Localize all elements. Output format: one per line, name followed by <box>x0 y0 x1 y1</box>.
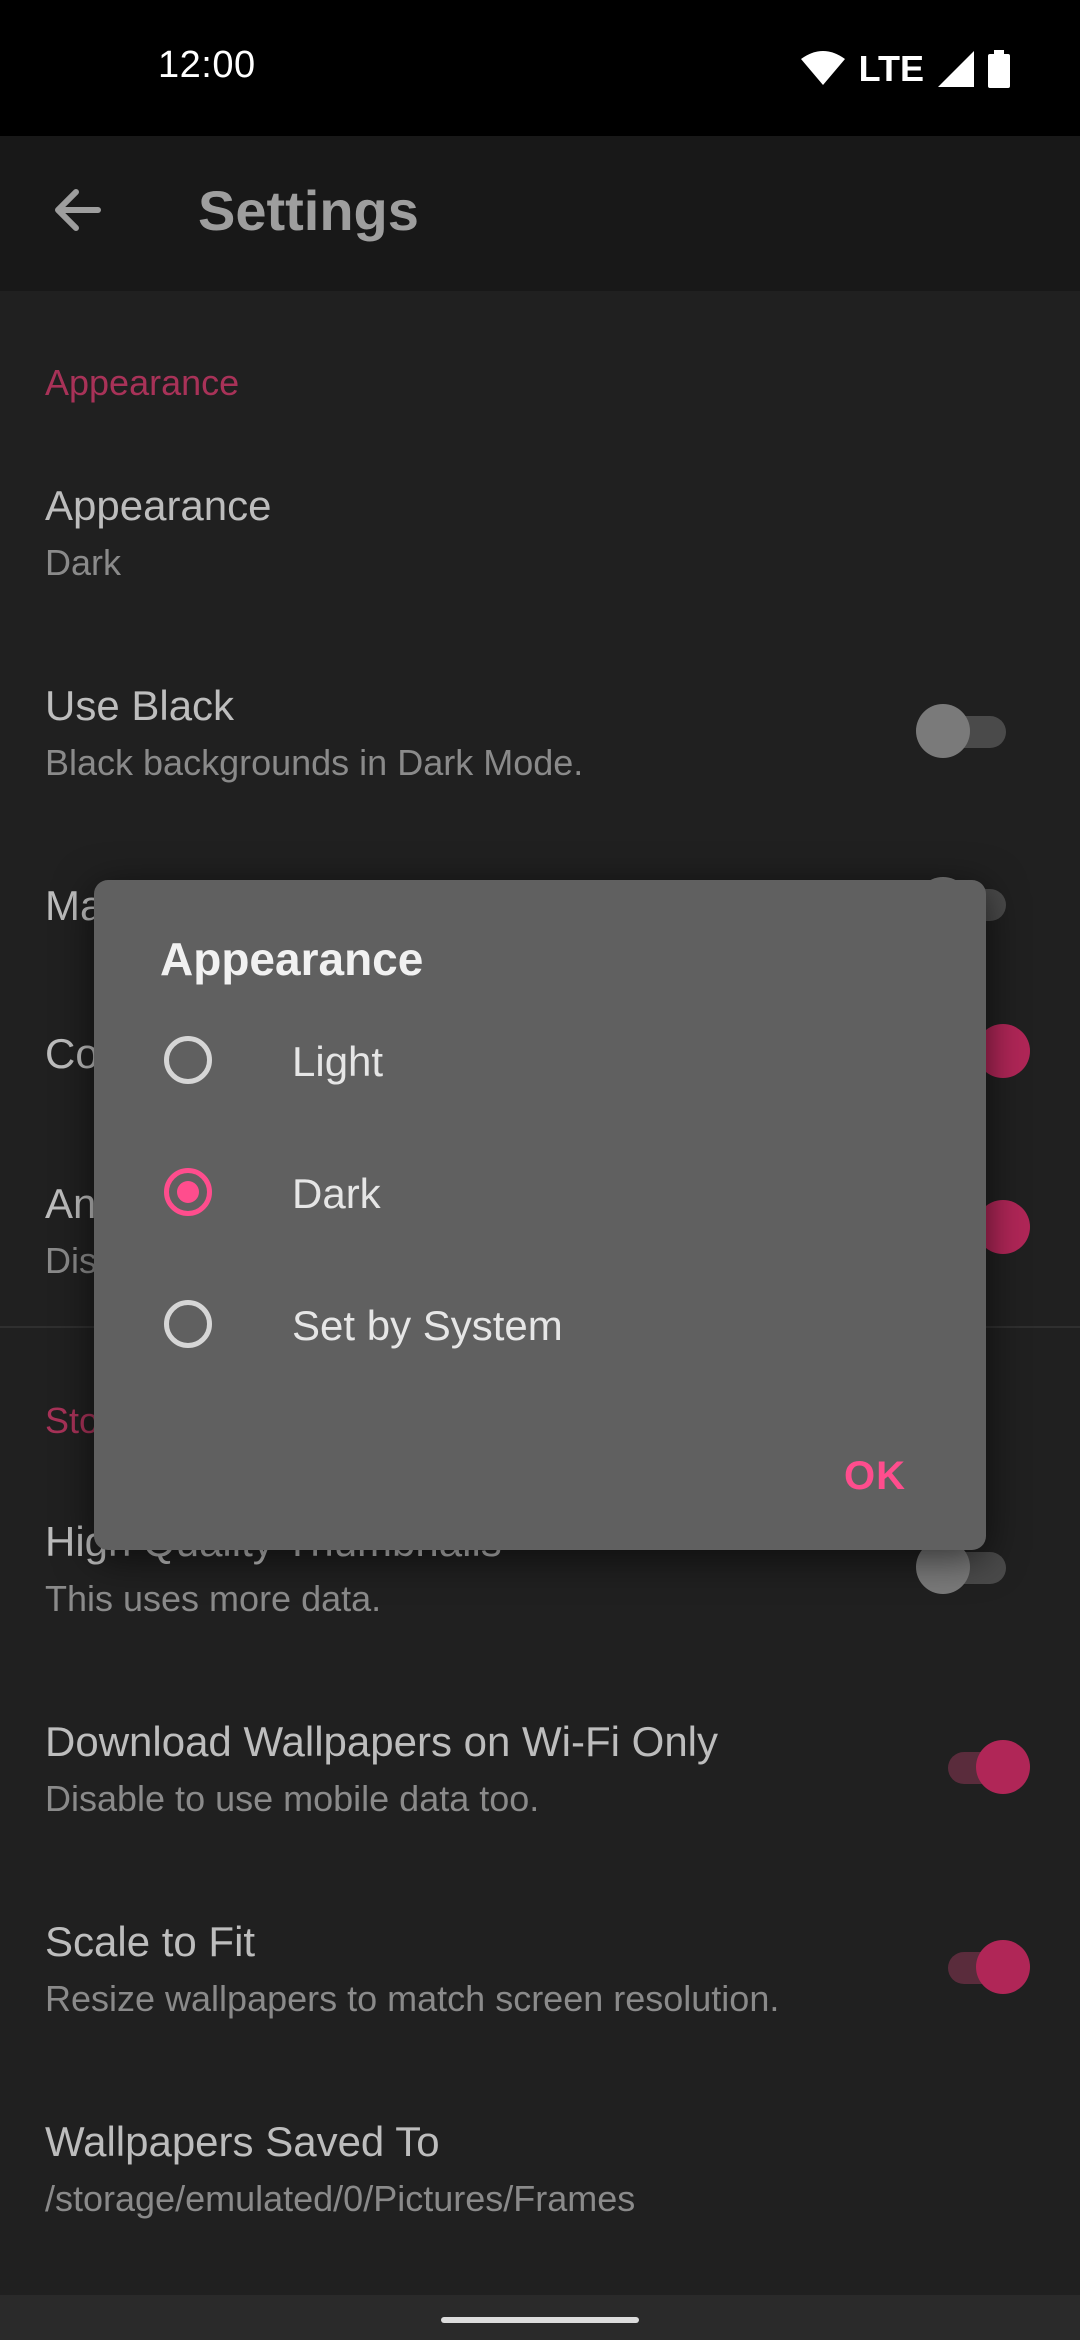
setting-scale-to-fit-title: Scale to Fit <box>45 1918 256 1965</box>
radio-set-by-system[interactable] <box>164 1300 212 1348</box>
switch-thumb <box>916 704 970 758</box>
option-light[interactable]: Light <box>94 1008 986 1118</box>
option-set-by-system-label: Set by System <box>292 1302 563 1349</box>
setting-scale-to-fit-subtitle: Resize wallpapers to match screen resolu… <box>45 1978 780 2019</box>
setting-use-black-subtitle: Black backgrounds in Dark Mode. <box>45 742 584 783</box>
setting-appearance-value: Dark <box>45 542 122 583</box>
setting-use-black-title: Use Black <box>45 682 235 729</box>
use-black-switch[interactable] <box>916 700 1006 760</box>
setting-use-black[interactable]: Use Black Black backgrounds in Dark Mode… <box>45 682 1035 784</box>
ok-button[interactable]: OK <box>844 1454 906 1499</box>
option-dark-label: Dark <box>292 1170 381 1217</box>
status-bar: 12:00 LTE <box>0 0 1080 136</box>
setting-appearance[interactable]: Appearance Dark <box>45 482 1035 584</box>
status-icons: LTE <box>800 48 1010 90</box>
switch-thumb <box>976 1740 1030 1794</box>
status-time: 12:00 <box>158 44 256 86</box>
switch-thumb <box>976 1940 1030 1994</box>
setting-wifi-only[interactable]: Download Wallpapers on Wi-Fi Only Disabl… <box>45 1718 1035 1820</box>
navigation-bar <box>0 2295 1080 2340</box>
appearance-dialog: Appearance Light Dark Set by System OK <box>94 880 986 1550</box>
setting-appearance-title: Appearance <box>45 482 272 529</box>
setting-saved-to-title: Wallpapers Saved To <box>45 2118 440 2165</box>
app-bar: Settings <box>0 136 1080 291</box>
setting-high-quality-subtitle: This uses more data. <box>45 1578 382 1619</box>
network-label: LTE <box>858 48 924 89</box>
setting-saved-to[interactable]: Wallpapers Saved To /storage/emulated/0/… <box>45 2118 1035 2220</box>
section-header-storage: Sto <box>45 1400 100 1441</box>
option-set-by-system[interactable]: Set by System <box>94 1272 986 1382</box>
section-header-appearance: Appearance <box>45 362 240 403</box>
page-title: Settings <box>198 179 419 242</box>
wifi-icon <box>800 51 845 85</box>
dialog-title: Appearance <box>160 933 424 985</box>
option-light-label: Light <box>292 1038 384 1085</box>
signal-icon <box>938 51 974 87</box>
setting-scale-to-fit[interactable]: Scale to Fit Resize wallpapers to match … <box>45 1918 1035 2020</box>
radio-light[interactable] <box>164 1036 212 1084</box>
setting-saved-to-path: /storage/emulated/0/Pictures/Frames <box>45 2178 636 2219</box>
battery-icon <box>988 50 1010 88</box>
setting-wifi-only-title: Download Wallpapers on Wi-Fi Only <box>45 1718 719 1765</box>
option-dark[interactable]: Dark <box>94 1140 986 1250</box>
radio-dark-selected[interactable] <box>164 1168 212 1216</box>
home-gesture-handle[interactable] <box>441 2317 639 2323</box>
scale-to-fit-switch[interactable] <box>938 1936 1030 1996</box>
wifi-only-switch[interactable] <box>938 1736 1030 1796</box>
setting-wifi-only-subtitle: Disable to use mobile data too. <box>45 1778 540 1819</box>
back-arrow-icon[interactable] <box>48 180 108 240</box>
